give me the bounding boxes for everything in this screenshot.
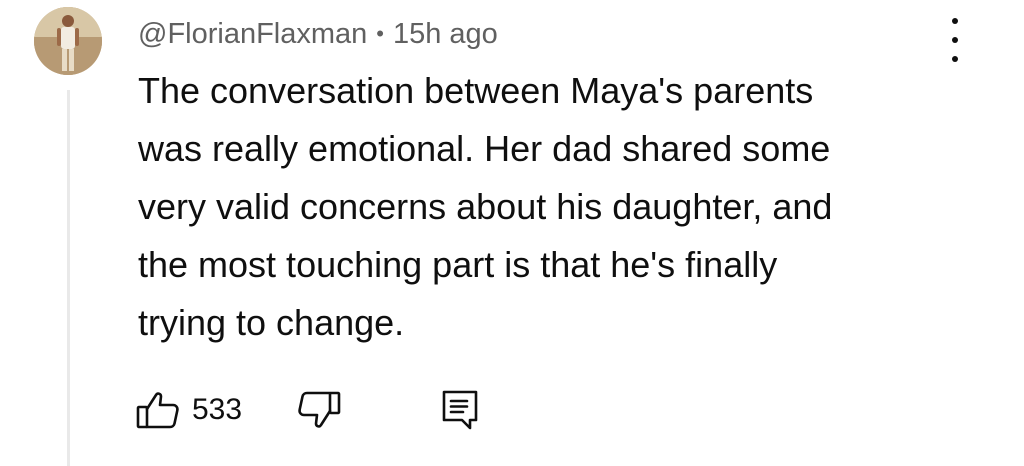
avatar[interactable] — [34, 7, 102, 75]
thumb-up-icon — [136, 392, 179, 429]
comment-text-line: was really emotional. Her dad shared som… — [138, 128, 831, 169]
thumb-down-icon — [298, 391, 341, 428]
comment-text-line: very valid concerns about his daughter, … — [138, 186, 833, 227]
author-name[interactable]: @FlorianFlaxman — [138, 18, 367, 51]
more-options-button[interactable] — [940, 18, 970, 62]
comment-actions: 533 — [136, 386, 536, 434]
avatar-image — [34, 7, 102, 75]
like-button[interactable]: 533 — [136, 386, 242, 434]
meta-separator: • — [376, 21, 384, 46]
comment-text-line: trying to change. — [138, 302, 405, 343]
comment-text: The conversation between Maya's parents … — [138, 62, 918, 352]
more-vertical-icon-dot — [952, 56, 958, 62]
comment-timestamp[interactable]: 15h ago — [393, 18, 498, 51]
more-vertical-icon — [952, 18, 958, 24]
like-count: 533 — [192, 393, 243, 426]
reply-button[interactable] — [440, 386, 480, 434]
more-vertical-icon-dot — [952, 37, 958, 43]
comment-reply-icon — [442, 390, 478, 430]
comment-meta: @FlorianFlaxman • 15h ago — [138, 14, 498, 54]
dislike-button[interactable] — [297, 386, 341, 434]
comment-text-line: The conversation between Maya's parents — [138, 70, 814, 111]
thread-line — [67, 90, 70, 466]
comment-text-line: the most touching part is that he's fina… — [138, 244, 778, 285]
